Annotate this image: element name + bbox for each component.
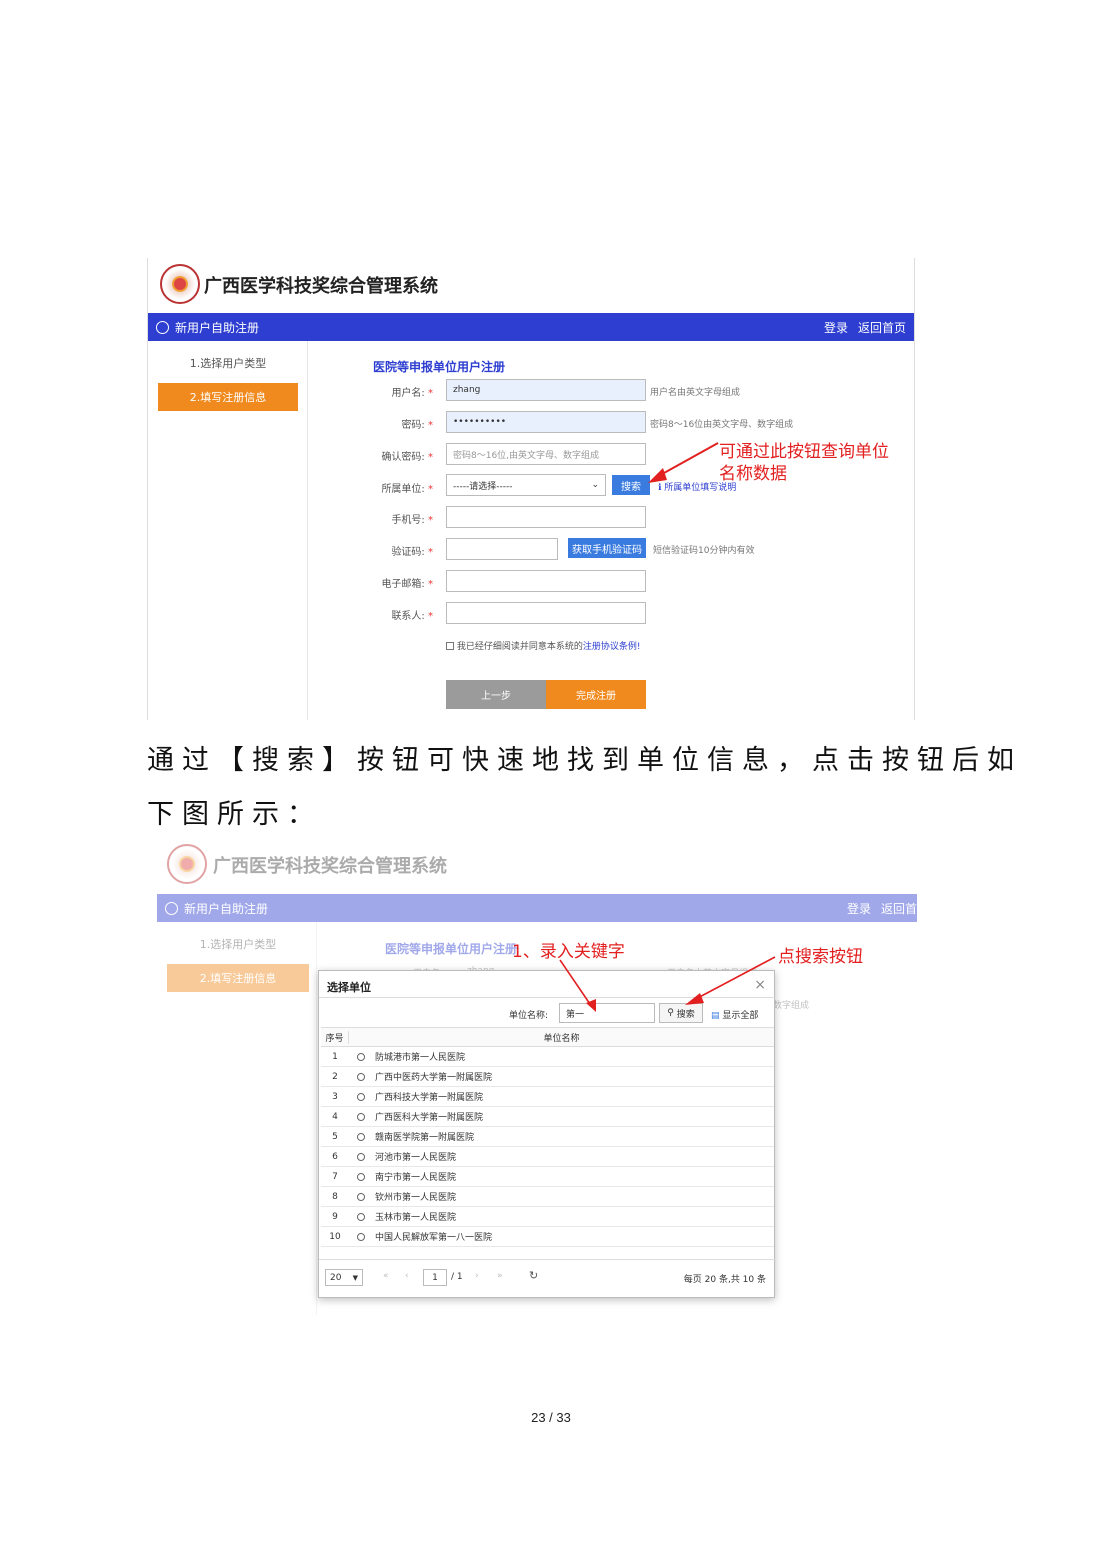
annotation-arrow-search-icon	[685, 956, 776, 1005]
code-input[interactable]	[446, 538, 558, 560]
page-size-select[interactable]: 20 ▼	[325, 1269, 363, 1286]
password-hint: 密码8～16位由英文字母、数字组成	[650, 420, 794, 430]
email-label: 电子邮箱: *	[381, 579, 433, 590]
step-fill-info-2[interactable]: 2.填写注册信息	[167, 964, 309, 992]
home-link[interactable]: 返回首页	[858, 319, 906, 336]
annotation-click-search: 点搜索按钮	[778, 947, 863, 967]
first-page-icon[interactable]: «	[383, 1271, 389, 1281]
dialog-title: 选择单位	[327, 981, 371, 994]
radio-button[interactable]	[357, 1092, 365, 1101]
login-link-2[interactable]: 登录	[847, 900, 871, 917]
agreement-link[interactable]: 注册协议条例!	[583, 642, 641, 652]
contact-input[interactable]	[446, 602, 646, 624]
form-title-2: 医院等申报单位用户注册	[385, 942, 518, 956]
prev-page-icon[interactable]: ‹	[405, 1271, 409, 1281]
steps-sidebar-2: 1.选择用户类型 2.填写注册信息	[157, 922, 317, 1315]
table-row[interactable]: 6 河池市第一人民医院	[321, 1147, 774, 1167]
agree-row: 我已经仔细阅读并同意本系统的注册协议条例!	[446, 639, 641, 652]
instruction-line-2: 下图所示：	[147, 799, 322, 830]
email-input[interactable]	[446, 570, 646, 592]
form-title: 医院等申报单位用户注册	[373, 360, 506, 374]
top-navbar: 新用户自助注册 登录 返回首页	[148, 313, 914, 341]
search-icon: ⚲	[667, 1008, 674, 1018]
col-no: 序号	[321, 1030, 349, 1044]
username-hint: 用户名由英文字母组成	[650, 388, 741, 398]
table-header: 序号 单位名称	[321, 1027, 774, 1047]
user-icon	[156, 320, 169, 334]
agree-checkbox[interactable]	[446, 642, 454, 650]
table-row[interactable]: 9 玉林市第一人民医院	[321, 1207, 774, 1227]
radio-button[interactable]	[357, 1052, 365, 1061]
annotation-search-hint: 可通过此按钮查询单位名称数据	[719, 442, 889, 484]
radio-button[interactable]	[357, 1232, 365, 1241]
nav-title: 新用户自助注册	[175, 320, 260, 335]
home-link-2[interactable]: 返回首	[881, 900, 917, 917]
table-row[interactable]: 4 广西医科大学第一附属医院	[321, 1107, 774, 1127]
select-unit-dialog: 选择单位 × 单位名称: 第一 ⚲ 搜索 ▤ 显示全部 序号 单位名称 1 防城港市…	[318, 970, 776, 1298]
phone-label: 手机号: *	[391, 515, 433, 526]
unit-select[interactable]: -----请选择----- ⌄	[446, 474, 606, 496]
table-row[interactable]: 7 南宁市第一人民医院	[321, 1167, 774, 1187]
contact-label: 联系人: *	[391, 611, 433, 622]
system-title: 广西医学科技奖综合管理系统	[204, 276, 438, 297]
col-name: 单位名称	[543, 1033, 580, 1044]
list-icon: ▤	[711, 1011, 720, 1021]
radio-button[interactable]	[357, 1112, 365, 1121]
confirm-password-input[interactable]: 密码8～16位,由英文字母、数字组成	[446, 443, 646, 465]
chevron-down-icon: ⌄	[591, 480, 599, 490]
page-number-input[interactable]: 1	[423, 1269, 447, 1286]
password-input[interactable]: ••••••••••	[446, 411, 646, 433]
finish-register-button[interactable]: 完成注册	[546, 680, 646, 709]
username-input[interactable]: zhang	[446, 379, 646, 401]
annotation-arrow-icon	[648, 442, 719, 483]
unit-label: 所属单位: *	[381, 484, 433, 495]
radio-button[interactable]	[357, 1072, 365, 1081]
table-row[interactable]: 3 广西科技大学第一附属医院	[321, 1087, 774, 1107]
nav-title-2: 新用户自助注册	[184, 901, 269, 916]
username-label: 用户名: *	[391, 388, 433, 399]
instruction-line-1: 通过【搜索】按钮可快速地找到单位信息，点击按钮后如	[147, 745, 1022, 776]
login-link[interactable]: 登录	[824, 319, 848, 336]
radio-button[interactable]	[357, 1172, 365, 1181]
user-icon-2	[165, 901, 178, 915]
step-select-type-2[interactable]: 1.选择用户类型	[167, 930, 309, 958]
step-fill-info[interactable]: 2.填写注册信息	[158, 383, 298, 411]
page-summary: 每页 20 条,共 10 条	[683, 1275, 766, 1285]
refresh-icon[interactable]: ↻	[529, 1269, 538, 1282]
page-total: / 1	[451, 1272, 463, 1282]
system-title-2: 广西医学科技奖综合管理系统	[213, 856, 447, 877]
password-label: 密码: *	[401, 420, 433, 431]
system-logo-2	[167, 844, 207, 884]
last-page-icon[interactable]: »	[497, 1271, 503, 1281]
radio-button[interactable]	[357, 1152, 365, 1161]
prev-step-button[interactable]: 上一步	[446, 680, 546, 709]
table-row[interactable]: 10 中国人民解放军第一八一医院	[321, 1227, 774, 1247]
system-logo	[160, 264, 200, 304]
code-hint: 短信验证码10分钟内有效	[653, 546, 755, 556]
step-select-type[interactable]: 1.选择用户类型	[158, 349, 298, 377]
table-row[interactable]: 5 赣南医学院第一附属医院	[321, 1127, 774, 1147]
table-row[interactable]: 1 防城港市第一人民医院	[321, 1047, 774, 1067]
caret-down-icon: ▼	[352, 1273, 358, 1282]
unit-table-body: 1 防城港市第一人民医院 2 广西中医药大学第一附属医院 3 广西科技大学第一附属医院…	[321, 1047, 774, 1247]
top-navbar-2: 新用户自助注册 登录 返回首	[157, 894, 917, 922]
table-row[interactable]: 8 钦州市第一人民医院	[321, 1187, 774, 1207]
table-row[interactable]: 2 广西中医药大学第一附属医院	[321, 1067, 774, 1087]
page-number: 23 / 33	[531, 1410, 571, 1425]
radio-button[interactable]	[357, 1192, 365, 1201]
radio-button[interactable]	[357, 1132, 365, 1141]
radio-button[interactable]	[357, 1212, 365, 1221]
annotation-arrow-keyword-icon	[559, 959, 596, 1012]
phone-input[interactable]	[446, 506, 646, 528]
code-label: 验证码: *	[391, 547, 433, 558]
next-page-icon[interactable]: ›	[475, 1271, 479, 1281]
get-sms-code-button[interactable]: 获取手机验证码	[568, 538, 646, 558]
confirm-label: 确认密码: *	[381, 452, 433, 463]
registration-screenshot: 广西医学科技奖综合管理系统 新用户自助注册 登录 返回首页 1.选择用户类型 2…	[147, 258, 915, 720]
steps-sidebar: 1.选择用户类型 2.填写注册信息	[148, 341, 308, 720]
